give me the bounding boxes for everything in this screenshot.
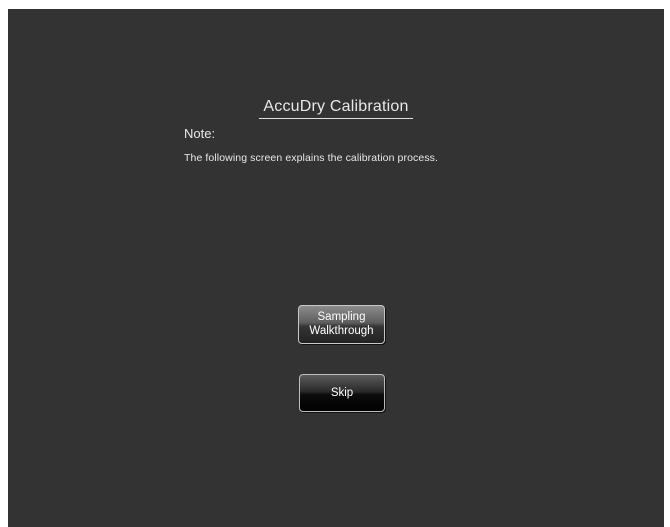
skip-button[interactable]: Skip [299, 374, 385, 412]
page-title: AccuDry Calibration [8, 98, 664, 119]
sampling-walkthrough-label-line1: Sampling [317, 311, 366, 323]
note-text: The following screen explains the calibr… [184, 152, 439, 164]
calibration-screen: AccuDry Calibration Note: The following … [8, 9, 664, 527]
note-label: Note: [184, 126, 216, 141]
sampling-walkthrough-button[interactable]: Sampling Walkthrough [298, 305, 385, 344]
page-title-text: AccuDry Calibration [259, 98, 413, 119]
skip-button-label: Skip [330, 387, 354, 399]
sampling-walkthrough-label-line2: Walkthrough [309, 325, 374, 337]
